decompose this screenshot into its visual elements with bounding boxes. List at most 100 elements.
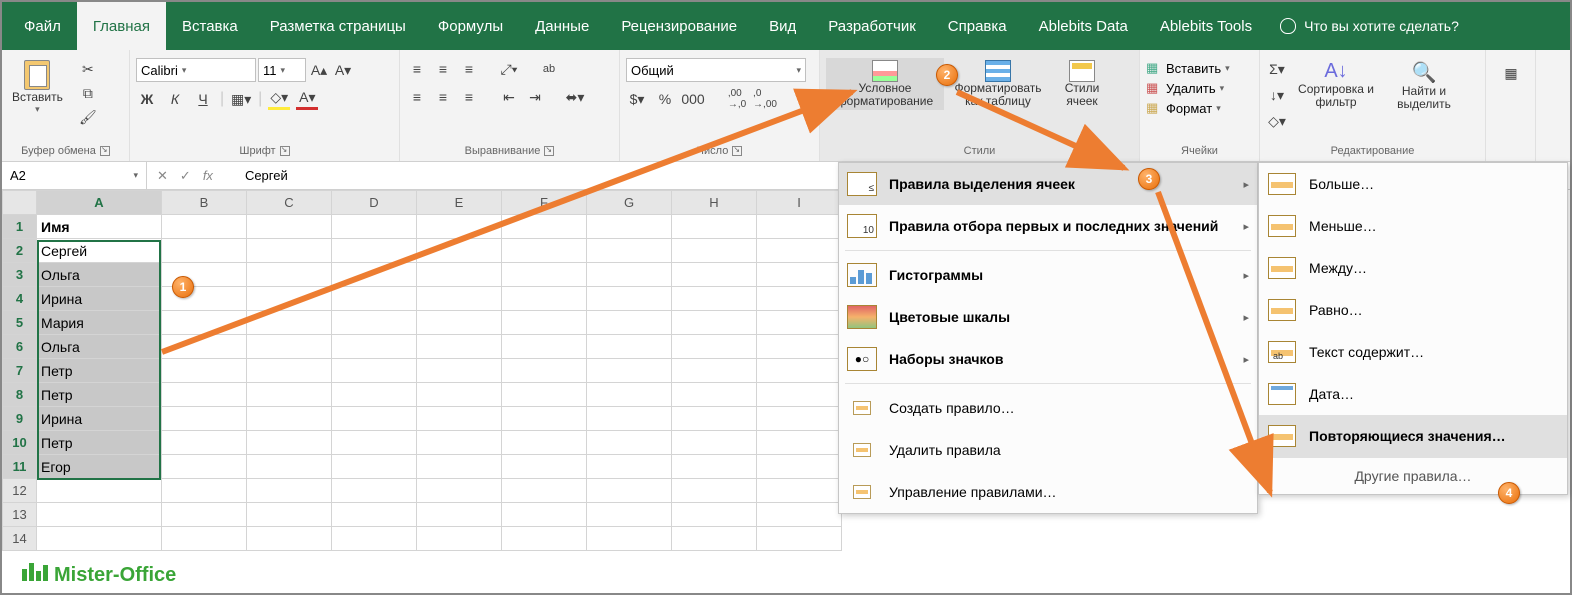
cell-A13[interactable] bbox=[37, 503, 162, 527]
sort-filter-button[interactable]: A↓ Сортировка и фильтр bbox=[1294, 58, 1378, 111]
cell-F7[interactable] bbox=[502, 359, 587, 383]
row-header-13[interactable]: 13 bbox=[3, 503, 37, 527]
menu-less-than[interactable]: Меньше… bbox=[1259, 205, 1567, 247]
cell-G11[interactable] bbox=[587, 455, 672, 479]
align-center-button[interactable]: ≡ bbox=[432, 86, 454, 108]
cell-I4[interactable] bbox=[757, 287, 842, 311]
row-header-7[interactable]: 7 bbox=[3, 359, 37, 383]
cell-A12[interactable] bbox=[37, 479, 162, 503]
cell-A7[interactable]: Петр bbox=[37, 359, 162, 383]
col-header-I[interactable]: I bbox=[757, 191, 842, 215]
cell-F8[interactable] bbox=[502, 383, 587, 407]
clear-button[interactable]: ◇▾ bbox=[1266, 110, 1288, 132]
menu-greater-than[interactable]: Больше… bbox=[1259, 163, 1567, 205]
cell-F3[interactable] bbox=[502, 263, 587, 287]
formula-input[interactable]: Сергей bbox=[245, 168, 288, 183]
cell-I13[interactable] bbox=[757, 503, 842, 527]
cell-C6[interactable] bbox=[247, 335, 332, 359]
cell-G10[interactable] bbox=[587, 431, 672, 455]
tab-insert[interactable]: Вставка bbox=[166, 2, 254, 50]
cell-G9[interactable] bbox=[587, 407, 672, 431]
italic-button[interactable]: К bbox=[164, 88, 186, 110]
cell-C10[interactable] bbox=[247, 431, 332, 455]
row-header-3[interactable]: 3 bbox=[3, 263, 37, 287]
cell-F5[interactable] bbox=[502, 311, 587, 335]
col-header-C[interactable]: C bbox=[247, 191, 332, 215]
tab-developer[interactable]: Разработчик bbox=[812, 2, 931, 50]
cell-H14[interactable] bbox=[672, 527, 757, 551]
row-header-14[interactable]: 14 bbox=[3, 527, 37, 551]
cell-G8[interactable] bbox=[587, 383, 672, 407]
decrease-decimal-button[interactable]: ,0→,00 bbox=[754, 88, 776, 110]
cell-G4[interactable] bbox=[587, 287, 672, 311]
tab-ablebits-data[interactable]: Ablebits Data bbox=[1023, 2, 1144, 50]
row-header-12[interactable]: 12 bbox=[3, 479, 37, 503]
paste-button[interactable]: Вставить ▾ bbox=[8, 58, 67, 117]
cell-A8[interactable]: Петр bbox=[37, 383, 162, 407]
increase-font-button[interactable]: A▴ bbox=[308, 59, 330, 81]
cell-F13[interactable] bbox=[502, 503, 587, 527]
row-header-10[interactable]: 10 bbox=[3, 431, 37, 455]
cell-G6[interactable] bbox=[587, 335, 672, 359]
cell-H12[interactable] bbox=[672, 479, 757, 503]
tab-home[interactable]: Главная bbox=[77, 2, 166, 50]
number-format-combo[interactable]: Общий▾ bbox=[626, 58, 806, 82]
cell-A10[interactable]: Петр bbox=[37, 431, 162, 455]
conditional-formatting-button[interactable]: Условное форматирование bbox=[826, 58, 944, 110]
menu-duplicate-values[interactable]: Повторяющиеся значения… bbox=[1259, 415, 1567, 457]
delete-cells-button[interactable]: ▦Удалить▾ bbox=[1146, 80, 1253, 96]
cell-G5[interactable] bbox=[587, 311, 672, 335]
cell-D1[interactable] bbox=[332, 215, 417, 239]
collapse-ribbon-button[interactable]: ▦ bbox=[1500, 62, 1522, 84]
cell-I2[interactable] bbox=[757, 239, 842, 263]
cell-F11[interactable] bbox=[502, 455, 587, 479]
row-header-4[interactable]: 4 bbox=[3, 287, 37, 311]
cell-H2[interactable] bbox=[672, 239, 757, 263]
fx-icon[interactable]: fx bbox=[203, 168, 213, 183]
autosum-button[interactable]: Σ▾ bbox=[1266, 58, 1288, 80]
cell-F9[interactable] bbox=[502, 407, 587, 431]
align-bottom-button[interactable]: ≡ bbox=[458, 58, 480, 80]
cell-B7[interactable] bbox=[162, 359, 247, 383]
menu-highlight-cells[interactable]: ≤ Правила выделения ячеек▸ bbox=[839, 163, 1257, 205]
col-header-F[interactable]: F bbox=[502, 191, 587, 215]
col-header-B[interactable]: B bbox=[162, 191, 247, 215]
cell-E1[interactable] bbox=[417, 215, 502, 239]
tab-review[interactable]: Рецензирование bbox=[605, 2, 753, 50]
cell-H6[interactable] bbox=[672, 335, 757, 359]
format-as-table-button[interactable]: Форматировать как таблицу bbox=[948, 58, 1048, 110]
cell-I7[interactable] bbox=[757, 359, 842, 383]
clipboard-dialog-launcher[interactable] bbox=[100, 146, 110, 156]
cell-D7[interactable] bbox=[332, 359, 417, 383]
cell-H1[interactable] bbox=[672, 215, 757, 239]
cell-E5[interactable] bbox=[417, 311, 502, 335]
row-header-9[interactable]: 9 bbox=[3, 407, 37, 431]
cell-E3[interactable] bbox=[417, 263, 502, 287]
cell-C12[interactable] bbox=[247, 479, 332, 503]
borders-button[interactable]: ▦▾ bbox=[230, 88, 252, 110]
cell-D3[interactable] bbox=[332, 263, 417, 287]
cell-C2[interactable] bbox=[247, 239, 332, 263]
cell-I14[interactable] bbox=[757, 527, 842, 551]
decrease-font-button[interactable]: A▾ bbox=[332, 59, 354, 81]
cell-B12[interactable] bbox=[162, 479, 247, 503]
cell-E12[interactable] bbox=[417, 479, 502, 503]
menu-text-contains[interactable]: Текст содержит… bbox=[1259, 331, 1567, 373]
cell-C7[interactable] bbox=[247, 359, 332, 383]
row-header-1[interactable]: 1 bbox=[3, 215, 37, 239]
align-top-button[interactable]: ≡ bbox=[406, 58, 428, 80]
align-left-button[interactable]: ≡ bbox=[406, 86, 428, 108]
cell-E4[interactable] bbox=[417, 287, 502, 311]
row-header-8[interactable]: 8 bbox=[3, 383, 37, 407]
cell-E6[interactable] bbox=[417, 335, 502, 359]
cell-B6[interactable] bbox=[162, 335, 247, 359]
enter-icon[interactable]: ✓ bbox=[180, 168, 191, 184]
cell-H13[interactable] bbox=[672, 503, 757, 527]
align-middle-button[interactable]: ≡ bbox=[432, 58, 454, 80]
cell-H3[interactable] bbox=[672, 263, 757, 287]
cell-B10[interactable] bbox=[162, 431, 247, 455]
tab-data[interactable]: Данные bbox=[519, 2, 605, 50]
cell-A1[interactable]: Имя bbox=[37, 215, 162, 239]
menu-color-scales[interactable]: Цветовые шкалы▸ bbox=[839, 296, 1257, 338]
cell-B2[interactable] bbox=[162, 239, 247, 263]
